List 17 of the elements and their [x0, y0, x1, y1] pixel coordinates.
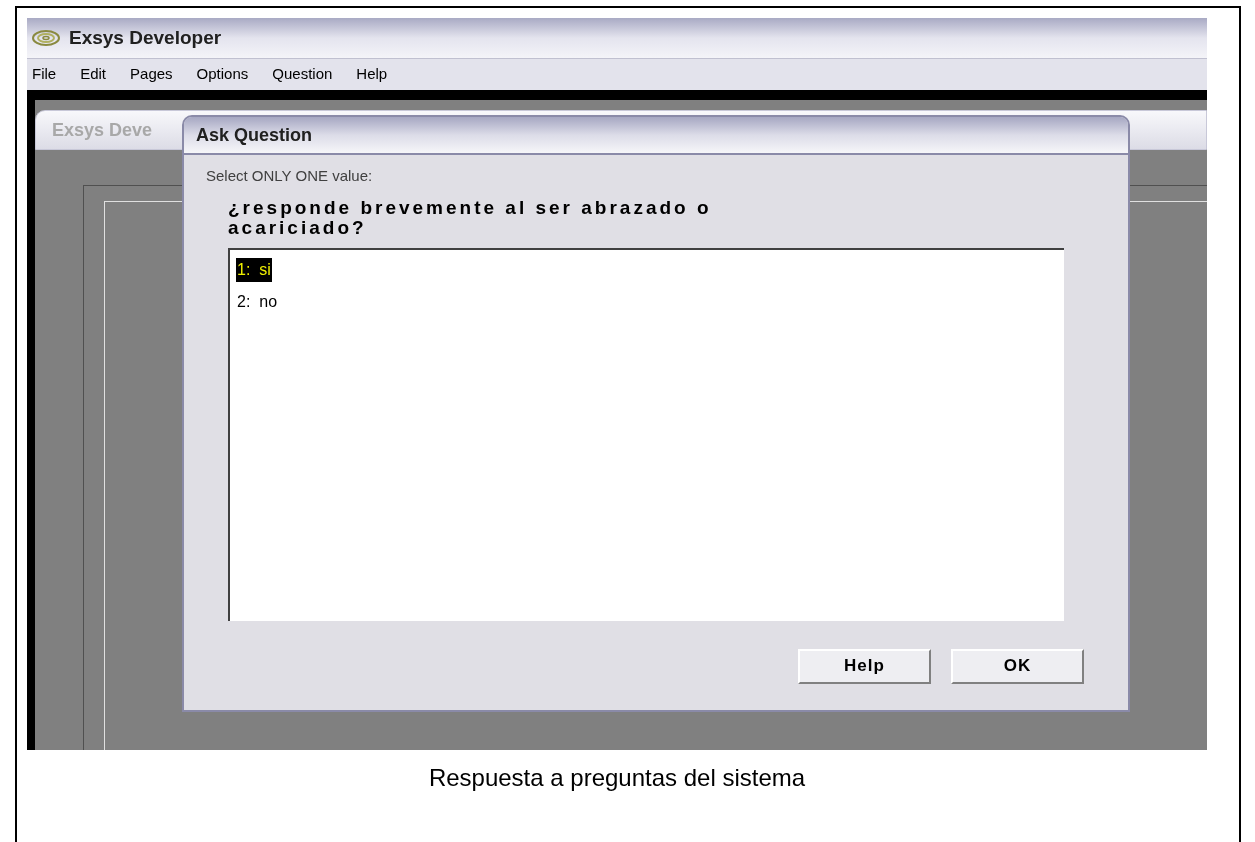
window-title: Exsys Developer: [69, 25, 222, 50]
menu-item[interactable]: Options: [196, 63, 249, 86]
dialog-title: Ask Question: [196, 123, 313, 147]
option-item[interactable]: 2: no: [236, 289, 279, 314]
menu-item[interactable]: File: [32, 63, 57, 86]
option-item[interactable]: 1: si: [236, 257, 272, 282]
figure-caption: Respuesta a preguntas del sistema: [427, 763, 807, 793]
menu-item[interactable]: Pages: [130, 63, 173, 86]
question-text: ¿responde brevemente al ser abrazado o acariciado?: [228, 197, 713, 238]
instruction-text: Select ONLY ONE value:: [206, 166, 374, 186]
background-window-title: Exsys Deve: [52, 118, 153, 142]
dialog-button[interactable]: Help: [798, 648, 931, 684]
spiral-logo-icon: [31, 29, 61, 47]
menu-item[interactable]: Edit: [80, 63, 107, 86]
dialog-button[interactable]: OK: [951, 648, 1084, 684]
menu-item[interactable]: Help: [356, 63, 388, 86]
menu-item[interactable]: Question: [272, 63, 333, 86]
